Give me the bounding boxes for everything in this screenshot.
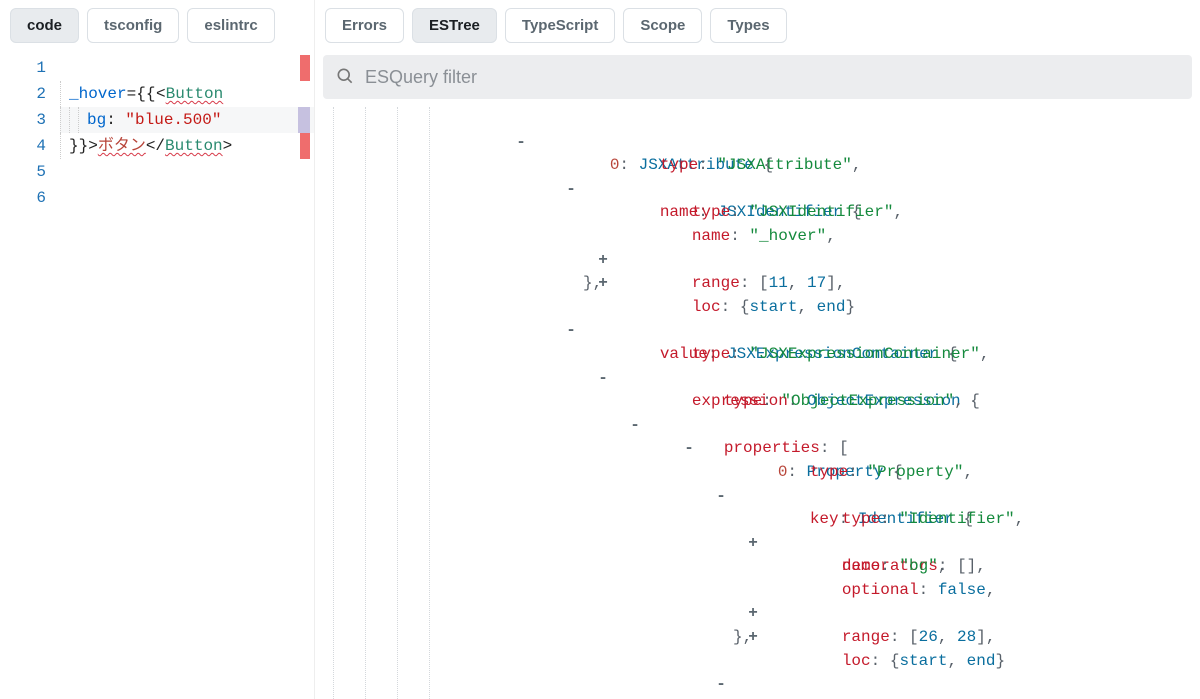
tree-row[interactable]: + range: [11, 17], — [315, 225, 1200, 249]
selection-end-marker — [298, 107, 310, 133]
tab-errors[interactable]: Errors — [325, 8, 404, 43]
tree-row[interactable]: + range: [26, 28], — [315, 579, 1200, 603]
tab-code[interactable]: code — [10, 8, 79, 43]
tree-row[interactable]: + loc: {start, end} — [315, 602, 1200, 626]
left-tabs: code tsconfig eslintrc — [0, 0, 314, 51]
tab-tsconfig[interactable]: tsconfig — [87, 8, 179, 43]
tree-row[interactable]: name: "bg", — [315, 532, 1200, 556]
left-pane: code tsconfig eslintrc 123456 <Button _h… — [0, 0, 315, 699]
code-line[interactable] — [60, 159, 314, 185]
right-pane: Errors ESTree TypeScript Scope Types - 0… — [315, 0, 1200, 699]
esquery-filter-bar[interactable] — [323, 55, 1192, 99]
tree-row[interactable]: - key: Identifier { — [315, 461, 1200, 485]
line-gutter: 123456 — [0, 51, 60, 699]
code-line[interactable] — [60, 185, 314, 211]
tree-row[interactable]: - 0: JSXAttribute { — [315, 107, 1200, 131]
tab-types[interactable]: Types — [710, 8, 786, 43]
tree-row[interactable]: - name: JSXIdentifier { — [315, 154, 1200, 178]
tree-row[interactable]: - properties: [ — [315, 390, 1200, 414]
code-line[interactable]: bg: "blue.500" — [60, 107, 314, 133]
error-marker — [300, 133, 310, 159]
tree-row[interactable]: type: "ObjectExpression", — [315, 367, 1200, 391]
error-marker — [300, 55, 310, 81]
tree-row[interactable]: name: "_hover", — [315, 201, 1200, 225]
tree-row[interactable]: type: "Identifier", — [315, 485, 1200, 509]
tree-row[interactable]: }, — [315, 272, 1200, 296]
search-icon — [335, 66, 355, 89]
tree-row[interactable]: optional: false, — [315, 555, 1200, 579]
tab-scope[interactable]: Scope — [623, 8, 702, 43]
code-line[interactable]: }}>ボタン</Button> — [60, 133, 314, 159]
tree-row[interactable]: type: "Property", — [315, 437, 1200, 461]
esquery-filter-input[interactable] — [365, 67, 1180, 88]
tree-row[interactable]: + loc: {start, end} — [315, 249, 1200, 273]
app-root: code tsconfig eslintrc 123456 <Button _h… — [0, 0, 1200, 699]
code-line[interactable]: <Button — [60, 55, 314, 81]
code-editor[interactable]: 123456 <Button _hover={{ bg: "blue.500" … — [0, 51, 314, 699]
tab-estree[interactable]: ESTree — [412, 8, 497, 43]
tree-row[interactable]: - expression: ObjectExpression { — [315, 343, 1200, 367]
tab-eslintrc[interactable]: eslintrc — [187, 8, 274, 43]
code-line[interactable]: _hover={{ — [60, 81, 314, 107]
tree-row[interactable]: type: "JSXAttribute", — [315, 131, 1200, 155]
tree-row[interactable]: type: "Literal", — [315, 673, 1200, 697]
tree-row[interactable]: - value: JSXExpressionContainer { — [315, 296, 1200, 320]
tree-row[interactable]: }, — [315, 626, 1200, 650]
tree-row[interactable]: - 0: Property { — [315, 414, 1200, 438]
tree-row[interactable]: type: "JSXExpressionContainer", — [315, 319, 1200, 343]
tab-typescript[interactable]: TypeScript — [505, 8, 615, 43]
code-area[interactable]: <Button _hover={{ bg: "blue.500" }}>ボタン<… — [60, 51, 314, 699]
right-tabs: Errors ESTree TypeScript Scope Types — [315, 0, 1200, 51]
ast-tree[interactable]: - 0: JSXAttribute { type: "JSXAttribute"… — [315, 99, 1200, 699]
tree-row[interactable]: + decorators: [], — [315, 508, 1200, 532]
tree-row[interactable]: - value: Literal { — [315, 650, 1200, 674]
tree-row[interactable]: type: "JSXIdentifier", — [315, 178, 1200, 202]
